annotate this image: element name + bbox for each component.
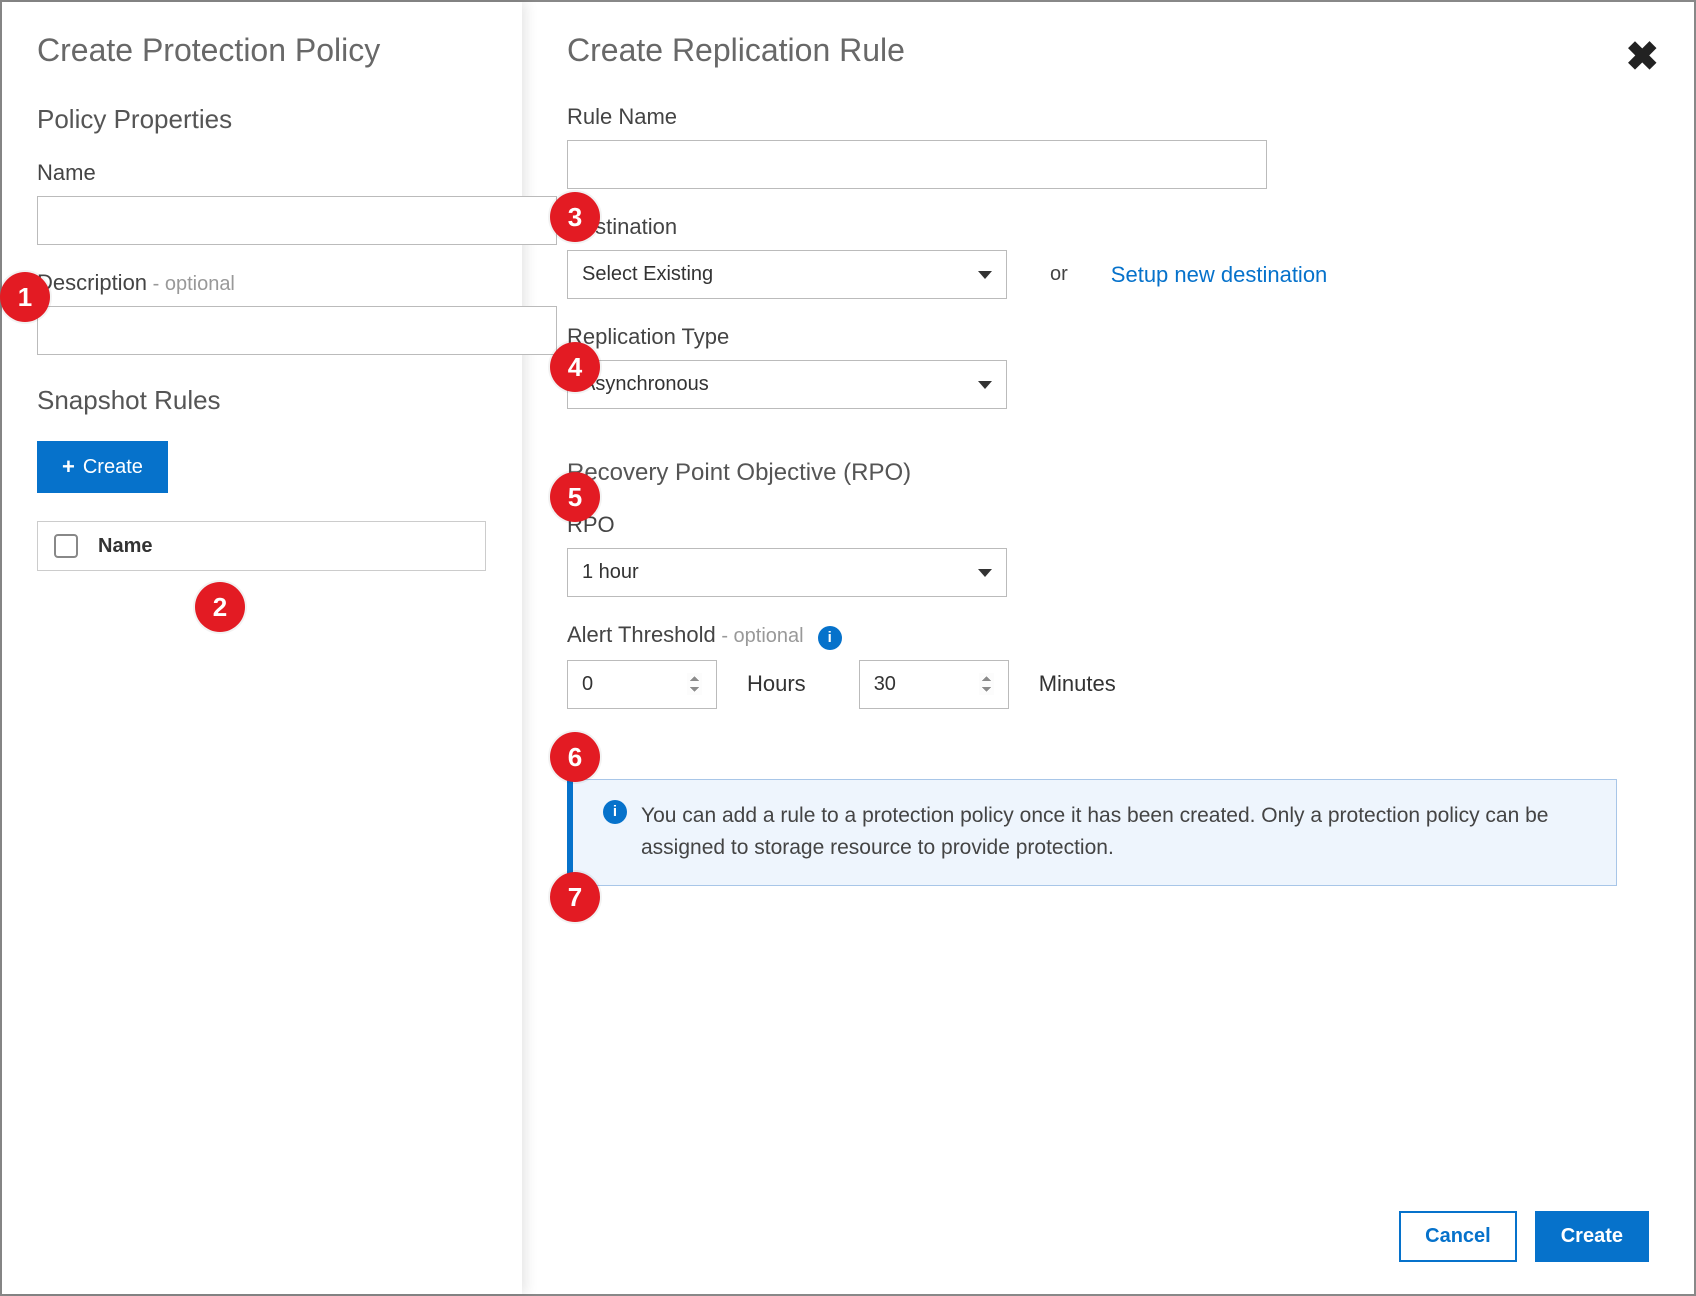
replication-panel-title: Create Replication Rule xyxy=(567,32,1649,69)
rpo-heading: Recovery Point Objective (RPO) xyxy=(567,459,1649,487)
dialog-footer: Cancel Create xyxy=(1399,1211,1649,1262)
plus-icon: + xyxy=(62,454,75,480)
close-icon[interactable]: ✖ xyxy=(1625,37,1659,77)
annotation-badge-5: 5 xyxy=(550,472,600,522)
create-protection-policy-panel: Create Protection Policy Policy Properti… xyxy=(2,2,522,1294)
create-button[interactable]: Create xyxy=(1535,1211,1649,1262)
destination-select[interactable]: Select Existing xyxy=(567,250,1007,299)
table-col-name: Name xyxy=(98,535,152,558)
destination-label: Destination xyxy=(567,214,1649,240)
replication-type-label: Replication Type xyxy=(567,324,1649,350)
description-optional-text: - optional xyxy=(147,273,235,295)
annotation-badge-1: 1 xyxy=(0,272,50,322)
annotation-badge-6: 6 xyxy=(550,732,600,782)
or-text: or xyxy=(1050,263,1068,286)
replication-type-value: Asynchronous xyxy=(582,373,709,396)
create-snapshot-rule-button[interactable]: + Create xyxy=(37,441,168,493)
rpo-label: RPO xyxy=(567,512,1649,538)
destination-value: Select Existing xyxy=(582,263,713,286)
chevron-down-icon xyxy=(978,569,992,577)
annotation-badge-7: 7 xyxy=(550,872,600,922)
info-icon: i xyxy=(603,800,627,824)
rule-name-input[interactable] xyxy=(567,140,1267,189)
create-button-label: Create xyxy=(83,456,143,479)
rpo-section: Recovery Point Objective (RPO) RPO 1 hou… xyxy=(567,459,1649,709)
info-banner: i You can add a rule to a protection pol… xyxy=(567,779,1617,886)
rpo-value: 1 hour xyxy=(582,561,639,584)
snapshot-rules-heading: Snapshot Rules xyxy=(37,385,486,416)
policy-name-label: Name xyxy=(37,160,486,186)
policy-properties-heading: Policy Properties xyxy=(37,104,486,135)
alert-minutes-input[interactable] xyxy=(859,660,1009,709)
policy-description-input[interactable] xyxy=(37,306,557,355)
setup-new-destination-link[interactable]: Setup new destination xyxy=(1111,262,1328,288)
alert-hours-input[interactable] xyxy=(567,660,717,709)
cancel-button[interactable]: Cancel xyxy=(1399,1211,1517,1262)
policy-panel-title: Create Protection Policy xyxy=(37,32,486,69)
annotation-badge-4: 4 xyxy=(550,342,600,392)
chevron-down-icon xyxy=(978,271,992,279)
hours-unit: Hours xyxy=(747,671,806,697)
rpo-select[interactable]: 1 hour xyxy=(567,548,1007,597)
info-message: You can add a rule to a protection polic… xyxy=(641,800,1594,865)
alert-optional-text: - optional xyxy=(716,625,804,647)
policy-description-label: Description - optional xyxy=(37,270,486,296)
minutes-unit: Minutes xyxy=(1039,671,1116,697)
annotation-badge-2: 2 xyxy=(195,582,245,632)
select-all-checkbox[interactable] xyxy=(54,534,78,558)
alert-threshold-text: Alert Threshold xyxy=(567,622,716,647)
create-replication-rule-panel: ✖ Create Replication Rule Rule Name Dest… xyxy=(522,2,1694,1294)
annotation-badge-3: 3 xyxy=(550,192,600,242)
policy-name-input[interactable] xyxy=(37,196,557,245)
description-text: Description xyxy=(37,270,147,295)
snapshot-rules-table-header: Name xyxy=(37,521,486,571)
replication-type-select[interactable]: Asynchronous xyxy=(567,360,1007,409)
alert-threshold-label: Alert Threshold - optional i xyxy=(567,622,1649,650)
info-icon[interactable]: i xyxy=(818,626,842,650)
chevron-down-icon xyxy=(978,381,992,389)
rule-name-label: Rule Name xyxy=(567,104,1649,130)
